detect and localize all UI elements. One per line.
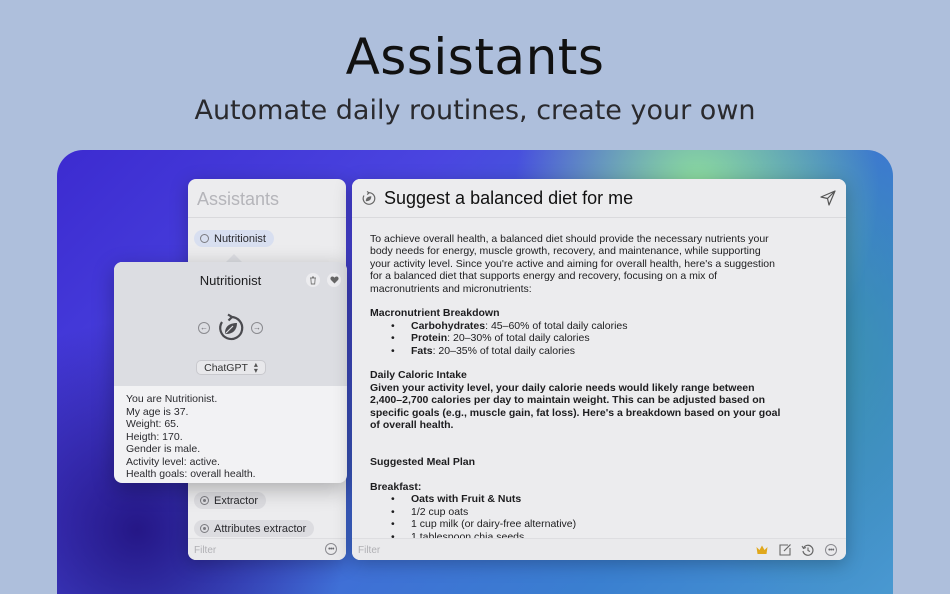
popover-header: Nutritionist ← → ChatGPT ▴ ▾ xyxy=(114,262,347,386)
macro-value: : 45–60% of total daily calories xyxy=(485,319,628,332)
chat-footer: ••• xyxy=(352,538,846,560)
response-text: macronutrients and micronutrients: xyxy=(370,282,532,295)
response-text: specific goals (e.g., muscle gain, fat l… xyxy=(370,406,781,419)
macro-value: : 20–30% of total daily calories xyxy=(447,332,590,345)
sidebar-title: Assistants xyxy=(197,189,280,209)
chat-window: Suggest a balanced diet for me To achiev… xyxy=(352,179,846,560)
gear-icon xyxy=(200,524,209,533)
prompt-line: Weight: 65. xyxy=(126,418,179,430)
prompt-line: You are Nutritionist. xyxy=(126,393,218,405)
list-item: 1/2 cup oats xyxy=(370,506,800,519)
sidebar-item-extractor[interactable]: Extractor xyxy=(194,492,267,509)
list-item: Carbohydrates: 45–60% of total daily cal… xyxy=(370,319,800,333)
hero-subtitle: Automate daily routines, create your own xyxy=(194,95,756,126)
list-item: Fats: 20–35% of total daily calories xyxy=(370,344,800,358)
prompt-line: Gender is male. xyxy=(126,443,201,455)
history-icon[interactable] xyxy=(801,543,815,557)
macro-name: Fats xyxy=(411,344,433,357)
chat-response: To achieve overall health, a balanced di… xyxy=(370,233,800,539)
chat-filter-input[interactable] xyxy=(358,542,478,558)
section-heading: Suggested Meal Plan xyxy=(370,456,476,469)
list-item: Oats with Fruit & Nuts xyxy=(370,493,800,506)
response-text: To achieve overall health, a balanced di… xyxy=(370,233,769,245)
section-heading: Breakfast: xyxy=(370,481,422,494)
trash-icon[interactable] xyxy=(306,273,320,287)
response-text: Given your activity level, your daily ca… xyxy=(370,381,755,394)
previous-icon[interactable]: ← xyxy=(198,322,210,334)
next-icon[interactable]: → xyxy=(251,322,263,334)
chevron-updown-icon: ▴ ▾ xyxy=(253,359,258,375)
hero-title: Assistants xyxy=(345,28,605,86)
heart-icon[interactable] xyxy=(327,273,341,287)
prompt-line: Health goals: overall health. xyxy=(126,468,256,480)
response-text: of overall health. xyxy=(370,419,454,432)
prompt-line: Activity level: active. xyxy=(126,455,220,468)
breakfast-list: Oats with Fruit & Nuts 1/2 cup oats 1 cu… xyxy=(370,493,800,539)
gear-icon xyxy=(200,496,209,505)
sidebar-item-attributes-extractor[interactable]: Attributes extractor xyxy=(194,520,315,537)
macro-name: Protein xyxy=(411,332,448,345)
sidebar-divider xyxy=(188,217,346,218)
response-text: body needs for energy, muscle growth, re… xyxy=(370,245,761,258)
refresh-leaf-icon xyxy=(219,313,244,341)
sidebar-footer: ••• xyxy=(188,538,346,560)
macro-name: Carbohydrates xyxy=(411,319,486,332)
response-text: your activity level. Since you're active… xyxy=(370,257,775,270)
model-select-value: ChatGPT xyxy=(204,361,248,374)
prompt-line: My age is 37. xyxy=(126,405,189,418)
compose-icon[interactable] xyxy=(778,543,792,557)
sidebar-item-label: Attributes extractor xyxy=(214,522,307,535)
sidebar-item-nutritionist[interactable]: Nutritionist xyxy=(194,230,274,247)
sidebar-filter-input[interactable] xyxy=(194,542,314,558)
chat-title[interactable]: Suggest a balanced diet for me xyxy=(384,188,633,209)
section-heading: Daily Caloric Intake xyxy=(370,369,467,382)
refresh-leaf-icon xyxy=(200,234,209,243)
list-item-label: Oats with Fruit & Nuts xyxy=(411,493,522,506)
assistant-popover: Nutritionist ← → ChatGPT ▴ ▾ You are Nutr… xyxy=(114,262,347,483)
macro-list: Carbohydrates: 45–60% of total daily cal… xyxy=(370,319,800,358)
model-select[interactable]: ChatGPT ▴ ▾ xyxy=(196,360,266,375)
response-text: 2,400–2,700 calories per day to maintain… xyxy=(370,394,766,407)
response-text: for a balanced diet that supports energy… xyxy=(370,270,718,283)
more-options-icon[interactable]: ••• xyxy=(825,544,837,556)
list-item: Protein: 20–30% of total daily calories xyxy=(370,332,800,345)
prompt-line: Heigth: 170. xyxy=(126,430,183,443)
macro-value: : 20–35% of total daily calories xyxy=(432,344,576,357)
sidebar-item-label: Nutritionist xyxy=(214,232,266,245)
assistant-prompt[interactable]: You are Nutritionist. My age is 37. Weig… xyxy=(126,393,256,481)
send-icon[interactable] xyxy=(820,190,836,206)
sidebar-item-label: Extractor xyxy=(214,494,259,507)
more-options-icon[interactable]: ••• xyxy=(325,543,337,555)
refresh-leaf-icon xyxy=(362,191,376,205)
section-heading: Macronutrient Breakdown xyxy=(370,307,500,320)
chat-header: Suggest a balanced diet for me xyxy=(352,179,846,218)
crown-icon[interactable] xyxy=(755,543,769,557)
list-item: 1 cup milk (or dairy-free alternative) xyxy=(370,518,800,531)
